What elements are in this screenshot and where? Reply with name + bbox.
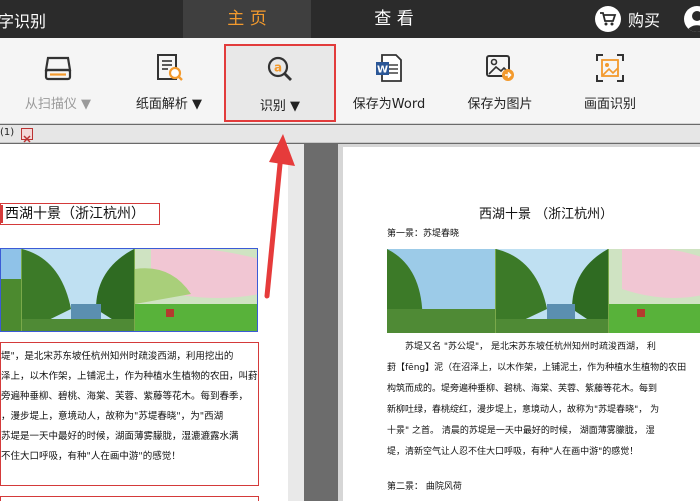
user-icon[interactable] [684,6,700,32]
save-word-button[interactable]: W 保存为Word [344,38,434,124]
lake-photos-image [387,249,700,333]
ocr-result-page[interactable]: 西湖十景 （浙江杭州） 第一景：苏堤春晓 苏堤又名 "苏公堤"， 是北宋苏东坡任… [343,147,700,501]
result-title: 西湖十景 （浙江杭州） [479,207,614,222]
tab-home[interactable]: 主 页 [183,0,311,38]
ribbon-toolbar: 从扫描仪 ▼ 纸面解析 ▼ a 识别 ▼ W 保存为Word 保存为图片 画面识… [0,38,700,124]
source-line: 泽上，以木作架，上铺泥土，作为种植水生植物的农田，叫葑 [1,371,258,382]
save-image-label: 保存为图片 [467,97,533,112]
result-line: 构筑而成的。堤旁遍种垂柳、碧桃、海棠、芙蓉、紫藤等花木。每到 [387,384,658,394]
layout-analysis-button[interactable]: 纸面解析 ▼ [126,38,212,124]
save-image-icon [484,52,516,84]
result-line: 葑【fēng】泥（在沼泽上，以木作架，上铺泥土，作为种植水生植物的农田 [387,363,687,373]
source-line: 苏堤是一天中最好的时候，湖面薄雾朦胧，湿漉漉露水满 [1,431,239,442]
source-text-region[interactable]: 堤"，是北宋苏东坡任杭州知州时疏浚西湖，利用挖出的 泽上，以木作架，上铺泥土，作… [0,342,259,486]
source-line: 旁遍种垂柳、碧桃、海棠、芙蓉、紫藤等花木。每到春季， [1,391,249,402]
document-tab[interactable]: (1) [0,127,14,138]
source-title-region[interactable]: 西湖十景（浙江杭州） [0,203,160,225]
result-section-heading: 第一景：苏堤春晓 [387,229,460,239]
source-line: 不住大口呼吸，有种"人在画中游"的感觉！ [1,451,181,462]
buy-button[interactable]: 购买 [595,6,660,32]
result-photo [387,249,700,333]
save-image-button[interactable]: 保存为图片 [455,38,545,124]
document-tab-strip: (1) [0,125,700,143]
panel-splitter[interactable] [304,144,338,501]
result-line: 十景" 之首。 清晨的苏堤是一天中最好的时候， 湖面薄雾朦胧， 湿 [387,426,655,436]
lake-photos-image [1,249,257,331]
app-title: 文字识别 [0,12,47,31]
title-bar: 文字识别 主 页 查 看 购买 [0,0,700,38]
annotation-arrow [264,134,295,299]
screen-ocr-label: 画面识别 [583,97,636,112]
scanner-button[interactable]: 从扫描仪 ▼ [16,38,100,124]
close-tab-icon[interactable] [21,128,33,143]
result-section-heading: 第二景： 曲院风荷 [387,482,462,492]
source-photo-region[interactable] [0,248,258,332]
scanner-icon [42,52,74,84]
word-document-icon: W [373,52,405,84]
tab-view[interactable]: 查 看 [336,0,452,38]
ocr-magnifier-icon: a [264,54,296,86]
result-line: 苏堤又名 "苏公堤"， 是北宋苏东坡任杭州知州时疏浚西湖， 利 [405,342,656,352]
ocr-label: 识别 ▼ [259,99,301,114]
source-next-region[interactable] [0,496,259,501]
save-word-label: 保存为Word [352,97,426,112]
result-line: 堤，清新空气让人忍不住大口呼吸，有种"人在画中游"的感觉！ [387,447,639,457]
screen-ocr-button[interactable]: 画面识别 [568,38,652,124]
ocr-button[interactable]: a 识别 ▼ [224,44,336,122]
result-text-block[interactable]: 苏堤又名 "苏公堤"， 是北宋苏东坡任杭州知州时疏浚西湖， 利 葑【fēng】泥… [387,337,700,463]
screen-capture-icon [594,52,626,84]
document-search-icon [153,52,185,84]
svg-text:W: W [377,65,388,76]
cart-icon [595,6,621,32]
scanner-label: 从扫描仪 ▼ [24,97,92,112]
result-line: 新柳吐绿，春桃绽红，漫步堤上，意境动人，故称为"苏堤春晓"， 为 [387,405,660,415]
svg-text:a: a [274,61,282,75]
source-image-page[interactable]: 西湖十景（浙江杭州） 堤"，是北宋苏东坡任杭州知州时疏浚西湖，利用挖出的 泽上，… [0,144,288,501]
source-line: ，漫步堤上，意境动人，故称为"苏堤春晓"，为"西湖 [1,411,224,422]
layout-analysis-label: 纸面解析 ▼ [135,97,203,112]
buy-label: 购买 [628,11,661,30]
source-line: 堤"，是北宋苏东坡任杭州知州时疏浚西湖，利用挖出的 [1,351,234,362]
